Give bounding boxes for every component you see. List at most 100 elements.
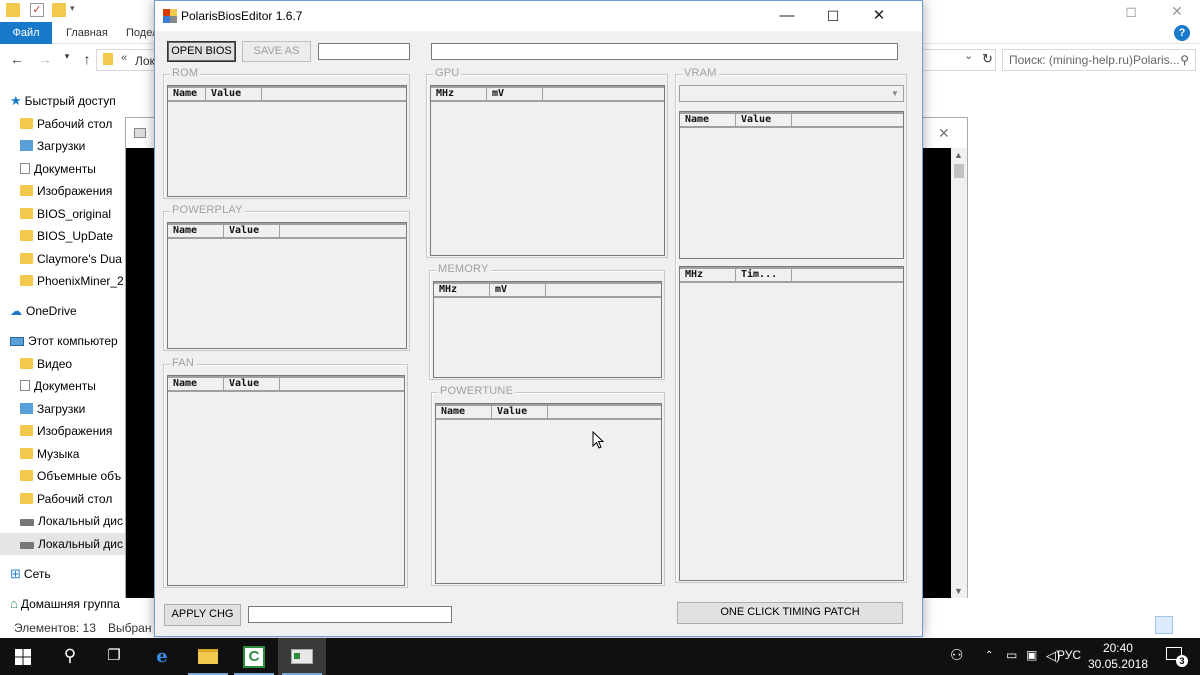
column-header-name[interactable]: Name <box>680 114 736 126</box>
drive-icon <box>20 519 34 526</box>
nav-item-label: Загрузки <box>37 402 86 416</box>
powertune-list[interactable]: Name Value <box>435 403 662 584</box>
column-header-mv[interactable]: mV <box>490 284 546 296</box>
column-header-value[interactable]: Value <box>224 378 280 390</box>
column-header-mhz[interactable]: MHz <box>434 284 490 296</box>
vertical-scrollbar[interactable]: ▲ ▼ <box>951 148 967 598</box>
column-header-mhz[interactable]: MHz <box>431 88 487 100</box>
nav-item-label: Музыка <box>37 447 80 461</box>
rom-list-header: Name Value <box>168 86 406 102</box>
clock[interactable]: 20:40 30.05.2018 <box>1088 640 1148 672</box>
battery-icon[interactable]: ▭ <box>1006 648 1017 662</box>
scroll-down-icon[interactable]: ▼ <box>954 586 963 596</box>
new-folder-icon[interactable] <box>52 3 66 17</box>
folder-icon <box>20 448 33 459</box>
back-icon[interactable]: ← <box>8 51 26 67</box>
column-header-value[interactable]: Value <box>492 406 548 418</box>
tab-home[interactable]: Главная <box>66 22 108 44</box>
start-button[interactable] <box>0 638 48 675</box>
help-icon[interactable]: ? <box>1174 25 1190 41</box>
column-header-mv[interactable]: mV <box>487 88 543 100</box>
chevron-down-icon[interactable]: ▾ <box>70 3 84 17</box>
folder-icon <box>20 493 33 504</box>
address-dropdown-icon[interactable]: ⌄ <box>964 49 973 62</box>
open-bios-button[interactable]: OPEN BIOS <box>167 41 236 62</box>
close-icon[interactable]: ✕ <box>856 1 902 31</box>
minimize-icon[interactable]: ◻ <box>1108 0 1154 22</box>
column-header-name[interactable]: Name <box>168 88 206 100</box>
nav-item-label: Загрузки <box>37 139 86 153</box>
column-header-name[interactable]: Name <box>436 406 492 418</box>
nav-item[interactable]: ★ Быстрый доступ <box>0 90 155 112</box>
fan-list[interactable]: Name Value <box>167 375 405 586</box>
pbe-titlebar: PolarisBiosEditor 1.6.7 — ☐ ✕ <box>155 1 922 31</box>
properties-icon[interactable]: ✓ <box>30 3 44 17</box>
up-icon[interactable]: ↑ <box>78 51 96 67</box>
bios-info-field[interactable] <box>431 43 898 60</box>
column-header-mhz[interactable]: MHz <box>680 269 736 281</box>
nav-item-label: BIOS_original <box>37 207 112 221</box>
bios-name-field[interactable] <box>318 43 410 60</box>
folder-icon <box>20 275 33 286</box>
app-window-icon <box>291 649 313 664</box>
tiles-view-icon[interactable] <box>1176 616 1194 634</box>
language-indicator[interactable]: РУС <box>1057 648 1081 662</box>
folder-icon <box>20 253 33 264</box>
close-icon[interactable]: ✕ <box>938 125 950 142</box>
claymore-taskbar-button[interactable]: C <box>230 638 278 675</box>
memory-list[interactable]: MHz mV <box>433 281 662 378</box>
refresh-icon[interactable]: ↻ <box>982 51 993 67</box>
window-icon <box>134 128 146 138</box>
network-icon: ⊞ <box>10 566 21 581</box>
scroll-up-icon[interactable]: ▲ <box>954 150 963 160</box>
powertune-list-header: Name Value <box>436 404 661 420</box>
fan-group: FAN Name Value <box>163 357 408 588</box>
search-placeholder: Поиск: (mining-help.ru)Polaris... <box>1009 53 1180 67</box>
minimize-icon[interactable]: — <box>764 1 810 31</box>
column-header-name[interactable]: Name <box>168 378 224 390</box>
action-center-button[interactable]: 3 <box>1166 647 1188 667</box>
column-header-value[interactable]: Value <box>224 225 280 237</box>
gpu-list[interactable]: MHz mV <box>430 85 665 256</box>
folder-icon <box>20 425 33 436</box>
column-header-value[interactable]: Value <box>736 114 792 126</box>
vram-select[interactable]: ▼ <box>679 85 904 102</box>
powerplay-group: POWERPLAY Name Value <box>163 204 410 351</box>
tab-file[interactable]: Файл <box>0 22 52 44</box>
network-icon[interactable]: ▣ <box>1026 648 1037 662</box>
apply-info-field[interactable] <box>248 606 452 623</box>
recent-locations-icon[interactable]: ▾ <box>58 51 76 62</box>
download-folder-icon <box>20 403 33 414</box>
search-input[interactable]: Поиск: (mining-help.ru)Polaris... ⚲ <box>1002 49 1196 71</box>
details-view-icon[interactable] <box>1155 616 1173 634</box>
vram-timings-list[interactable]: MHz Tim... <box>679 266 904 581</box>
close-icon[interactable]: ✕ <box>1154 0 1200 22</box>
people-icon[interactable]: ⚇ <box>950 646 963 664</box>
explorer-taskbar-button[interactable] <box>184 638 232 675</box>
scroll-thumb[interactable] <box>954 164 964 178</box>
search-button[interactable]: ⚲ <box>46 638 94 675</box>
chevron-up-icon[interactable]: ⌃ <box>985 650 993 661</box>
maximize-icon[interactable]: ☐ <box>810 1 856 31</box>
items-count: Элементов: 13 <box>14 621 96 635</box>
one-click-timing-patch-button[interactable]: ONE CLICK TIMING PATCH <box>677 602 903 624</box>
gpu-list-header: MHz mV <box>431 86 664 102</box>
star-icon: ★ <box>10 93 22 108</box>
save-as-button[interactable]: SAVE AS <box>242 41 311 62</box>
mouse-cursor-icon <box>592 431 605 449</box>
folder-icon <box>20 208 33 219</box>
edge-taskbar-button[interactable]: e <box>138 638 186 675</box>
vram-list[interactable]: Name Value <box>679 111 904 259</box>
column-header-timings[interactable]: Tim... <box>736 269 792 281</box>
chevron-down-icon[interactable]: ▼ <box>888 87 902 100</box>
vram-group-label: VRAM <box>682 67 719 79</box>
column-header-value[interactable]: Value <box>206 88 262 100</box>
apply-chg-button[interactable]: APPLY CHG <box>164 604 241 626</box>
polaris-taskbar-button[interactable] <box>278 638 326 675</box>
forward-icon[interactable]: → <box>36 51 54 67</box>
rom-list[interactable]: Name Value <box>167 85 407 197</box>
breadcrumb-overflow-icon[interactable]: « <box>121 52 127 64</box>
task-view-button[interactable]: ❐ <box>90 638 138 675</box>
column-header-name[interactable]: Name <box>168 225 224 237</box>
powerplay-list[interactable]: Name Value <box>167 222 407 349</box>
